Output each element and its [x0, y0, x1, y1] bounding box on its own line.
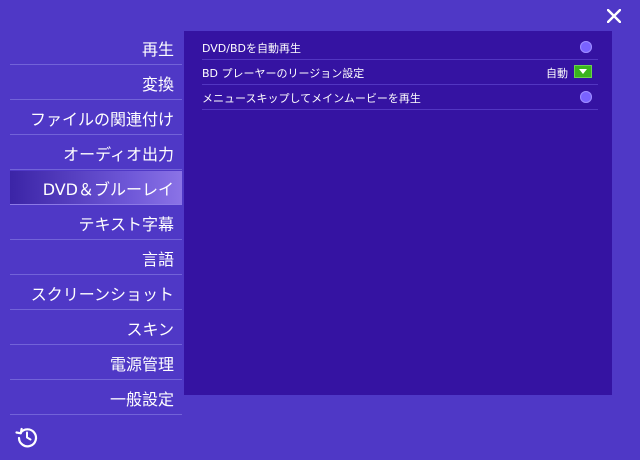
sidebar-item-text-subtitles[interactable]: テキスト字幕 — [10, 206, 182, 240]
sidebar-item-audio-output[interactable]: オーディオ出力 — [10, 136, 182, 170]
skip-menu-label: メニュースキップしてメインムービーを再生 — [202, 91, 421, 105]
sidebar-item-screenshot[interactable]: スクリーンショット — [10, 276, 182, 310]
close-icon — [607, 9, 621, 23]
sidebar-item-dvd-bluray[interactable]: DVD＆ブルーレイ — [10, 171, 182, 205]
history-button[interactable] — [14, 424, 40, 450]
sidebar-item-language[interactable]: 言語 — [10, 241, 182, 275]
chevron-down-icon — [579, 69, 587, 74]
sidebar-item-power-management[interactable]: 電源管理 — [10, 346, 182, 380]
sidebar-item-file-association[interactable]: ファイルの関連付け — [10, 101, 182, 135]
region-dropdown-button[interactable] — [574, 65, 592, 78]
sidebar-item-skin[interactable]: スキン — [10, 311, 182, 345]
setting-row-auto-play: DVD/BDを自動再生 — [202, 36, 598, 60]
sidebar: 再生 変換 ファイルの関連付け オーディオ出力 DVD＆ブルーレイ テキスト字幕… — [10, 31, 182, 416]
auto-play-radio[interactable] — [580, 41, 592, 53]
history-icon — [15, 427, 38, 448]
close-button[interactable] — [602, 4, 626, 28]
setting-row-region: BD プレーヤーのリージョン設定 自動 — [202, 61, 598, 85]
settings-panel: DVD/BDを自動再生 BD プレーヤーのリージョン設定 自動 メニュースキップ… — [184, 31, 612, 395]
sidebar-item-conversion[interactable]: 変換 — [10, 66, 182, 100]
region-select-value[interactable]: 自動 — [546, 65, 568, 81]
skip-menu-radio[interactable] — [580, 91, 592, 103]
sidebar-item-playback[interactable]: 再生 — [10, 31, 182, 65]
region-label: BD プレーヤーのリージョン設定 — [202, 66, 365, 80]
sidebar-item-general-settings[interactable]: 一般設定 — [10, 381, 182, 415]
setting-row-skip-menu: メニュースキップしてメインムービーを再生 — [202, 86, 598, 110]
auto-play-label: DVD/BDを自動再生 — [202, 41, 301, 55]
